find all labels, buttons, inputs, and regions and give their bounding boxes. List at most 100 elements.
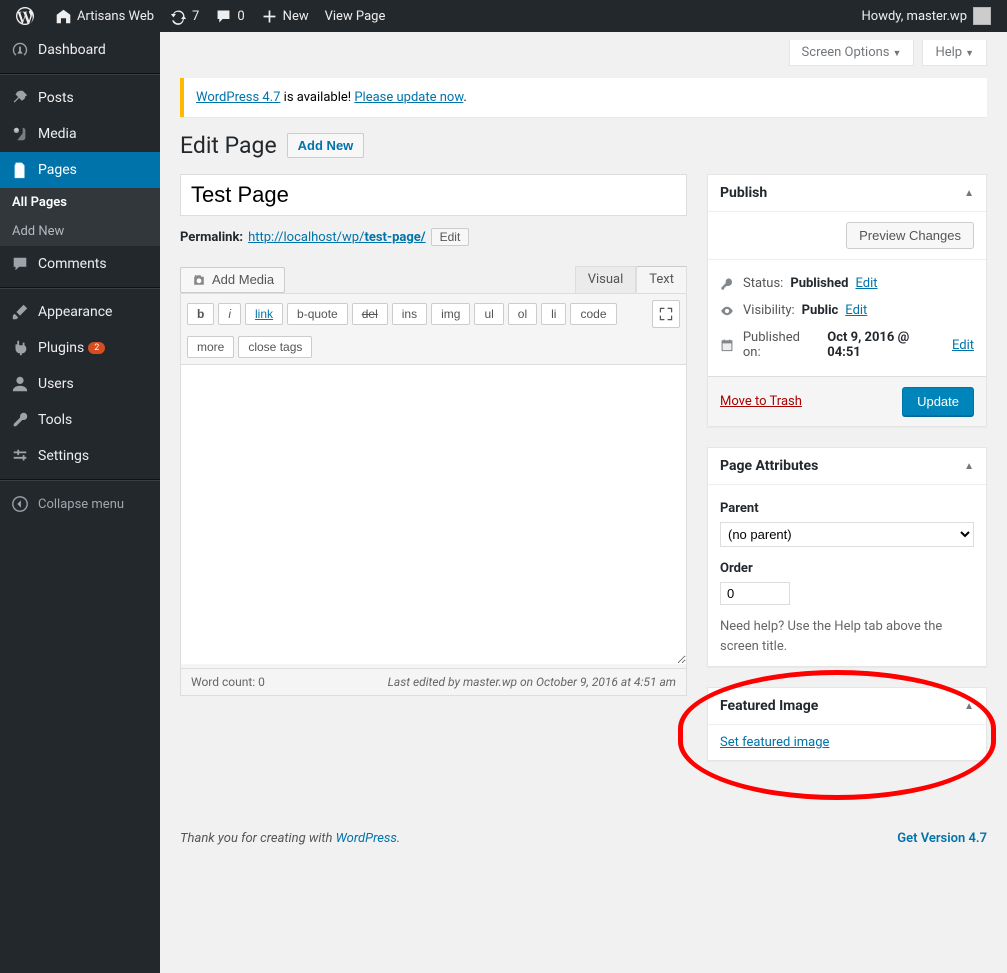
sidebar-item-tools[interactable]: Tools: [0, 402, 160, 438]
screen-meta-links: Screen Options▼ Help▼: [180, 32, 987, 66]
attrs-body: Parent (no parent) Order Need help? Use …: [708, 485, 986, 666]
main-content: Screen Options▼ Help▼ WordPress 4.7 is a…: [160, 32, 1007, 973]
eye-icon: [720, 304, 736, 318]
qt-link[interactable]: link: [245, 303, 283, 325]
update-now-link[interactable]: Please update now: [354, 90, 463, 105]
sidebar-sub-add-new[interactable]: Add New: [0, 217, 160, 246]
qt-img[interactable]: img: [431, 303, 470, 325]
admin-bar-right: Howdy, master.wp: [854, 0, 1000, 32]
qt-ul[interactable]: ul: [474, 303, 503, 325]
sidebar-label: Posts: [38, 90, 74, 106]
wordpress-link[interactable]: WordPress: [336, 831, 397, 846]
plugins-update-badge: 2: [88, 342, 105, 354]
sidebar-item-comments[interactable]: Comments: [0, 246, 160, 282]
published-label: Published on:: [743, 330, 820, 360]
qt-li[interactable]: li: [541, 303, 566, 325]
sidebar-item-appearance[interactable]: Appearance: [0, 294, 160, 330]
add-media-button[interactable]: Add Media: [180, 267, 285, 293]
site-name-link[interactable]: Artisans Web: [47, 0, 162, 32]
order-input[interactable]: [720, 582, 790, 605]
pages-icon: [10, 160, 30, 180]
wrench-icon: [10, 410, 30, 430]
my-account[interactable]: Howdy, master.wp: [854, 0, 1000, 32]
update-button[interactable]: Update: [902, 387, 974, 416]
footer-pre: Thank you for creating with: [180, 831, 336, 846]
tab-text[interactable]: Text: [636, 266, 687, 293]
attrs-title[interactable]: Page Attributes ▲: [708, 448, 986, 485]
attrs-title-text: Page Attributes: [720, 458, 818, 474]
permalink-base: http://localhost/wp/: [248, 230, 364, 245]
qt-bold[interactable]: b: [187, 303, 214, 325]
fullscreen-icon: [658, 306, 674, 322]
updates-link[interactable]: 7: [162, 0, 207, 32]
move-to-trash-link[interactable]: Move to Trash: [720, 394, 802, 409]
qt-del[interactable]: del: [352, 303, 388, 325]
preview-button[interactable]: Preview Changes: [846, 222, 974, 249]
word-count: Word count: 0: [191, 675, 265, 689]
media-icon: [10, 124, 30, 144]
avatar: [973, 7, 991, 25]
sidebar-item-pages[interactable]: Pages: [0, 152, 160, 188]
qt-ol[interactable]: ol: [508, 303, 537, 325]
get-version-link[interactable]: Get Version 4.7: [897, 831, 987, 846]
content-textarea[interactable]: [181, 364, 686, 664]
qt-italic[interactable]: i: [218, 303, 241, 325]
sidebar-label: Dashboard: [38, 42, 106, 58]
new-content-link[interactable]: New: [253, 0, 317, 32]
sidebar-item-users[interactable]: Users: [0, 366, 160, 402]
parent-select[interactable]: (no parent): [720, 522, 974, 547]
page-attributes-metabox: Page Attributes ▲ Parent (no parent) Ord…: [707, 447, 987, 667]
admin-bar: Artisans Web 7 0 New View Page Howdy, ma…: [0, 0, 1007, 32]
add-new-button[interactable]: Add New: [287, 133, 365, 158]
update-notice: WordPress 4.7 is available! Please updat…: [180, 78, 987, 117]
status-value: Published: [790, 276, 848, 291]
fullscreen-button[interactable]: [652, 300, 680, 328]
col-side: Publish ▲ Preview Changes Status: Publis…: [707, 174, 987, 781]
featured-title[interactable]: Featured Image ▲: [708, 688, 986, 725]
featured-body: Set featured image: [708, 725, 986, 760]
sidebar-item-posts[interactable]: Posts: [0, 80, 160, 116]
sidebar-item-dashboard[interactable]: Dashboard: [0, 32, 160, 68]
quicktags-toolbar: b i link b-quote del ins img ul ol li co…: [181, 294, 686, 364]
qt-ins[interactable]: ins: [392, 303, 427, 325]
camera-icon: [191, 272, 207, 288]
published-value: Oct 9, 2016 @ 04:51: [827, 330, 945, 360]
comments-link[interactable]: 0: [207, 0, 252, 32]
help-label: Help: [935, 45, 962, 60]
sidebar-item-settings[interactable]: Settings: [0, 438, 160, 474]
edit-visibility-link[interactable]: Edit: [845, 303, 867, 318]
edit-date-link[interactable]: Edit: [952, 338, 974, 353]
post-title-input[interactable]: [180, 174, 687, 216]
key-icon: [720, 277, 736, 291]
publish-title[interactable]: Publish ▲: [708, 175, 986, 212]
editor-wrap: b i link b-quote del ins img ul ol li co…: [180, 293, 687, 669]
site-name: Artisans Web: [77, 9, 154, 24]
qt-code[interactable]: code: [570, 303, 616, 325]
notice-punct: .: [463, 90, 466, 105]
wordpress-icon: [16, 7, 34, 25]
sidebar-collapse[interactable]: Collapse menu: [0, 486, 160, 522]
chevron-down-icon: ▼: [965, 49, 974, 59]
qt-more[interactable]: more: [187, 336, 234, 358]
edit-status-link[interactable]: Edit: [855, 276, 877, 291]
wp-version-link[interactable]: WordPress 4.7: [196, 90, 280, 105]
sidebar-item-media[interactable]: Media: [0, 116, 160, 152]
help-tab[interactable]: Help▼: [922, 40, 987, 66]
sidebar-label: Collapse menu: [38, 497, 124, 512]
screen-options-tab[interactable]: Screen Options▼: [789, 40, 915, 66]
sidebar-item-plugins[interactable]: Plugins 2: [0, 330, 160, 366]
edit-slug-button[interactable]: Edit: [431, 228, 470, 246]
set-featured-image-link[interactable]: Set featured image: [720, 735, 829, 750]
view-page-link[interactable]: View Page: [317, 0, 394, 32]
permalink-row: Permalink: http://localhost/wp/test-page…: [180, 228, 687, 246]
tab-visual[interactable]: Visual: [575, 266, 637, 293]
footer-thanks: Thank you for creating with WordPress.: [180, 831, 400, 846]
permalink-link[interactable]: http://localhost/wp/test-page/: [248, 230, 426, 245]
wp-logo[interactable]: [8, 0, 47, 32]
sidebar-sub-all-pages[interactable]: All Pages: [0, 188, 160, 217]
qt-bquote[interactable]: b-quote: [287, 303, 348, 325]
col-main: Permalink: http://localhost/wp/test-page…: [180, 174, 687, 781]
chevron-down-icon: ▼: [893, 49, 902, 59]
sidebar-label: Tools: [38, 412, 72, 428]
qt-close[interactable]: close tags: [238, 336, 312, 358]
